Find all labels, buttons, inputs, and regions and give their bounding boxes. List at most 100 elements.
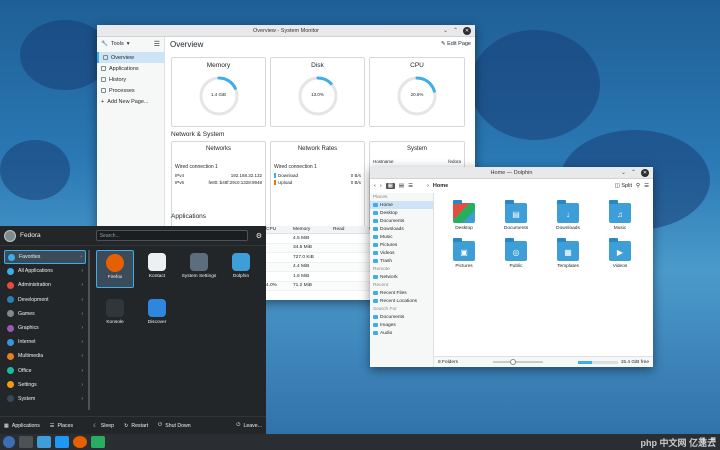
places-item-desktop[interactable]: Desktop xyxy=(370,209,433,217)
hamburger-menu-icon[interactable]: ☰ xyxy=(154,40,160,48)
folder-icon: ▶ xyxy=(609,238,631,261)
category-graphics[interactable]: Graphics › xyxy=(4,321,86,335)
applications-tab[interactable]: ▦ Applications xyxy=(4,423,40,429)
nav-item-overview[interactable]: Overview xyxy=(97,52,164,63)
shutdown-button[interactable]: ⏻ Shut Down xyxy=(158,422,191,429)
folder-item-templates[interactable]: ▦ Templates xyxy=(550,238,586,269)
app-konsole[interactable]: Konsole xyxy=(96,296,134,325)
category-development[interactable]: Development › xyxy=(4,293,86,307)
places-item-music[interactable]: Music xyxy=(370,233,433,241)
nav-item-processes[interactable]: Processes xyxy=(97,85,164,96)
category-multimedia[interactable]: Multimedia › xyxy=(4,349,86,363)
zoom-slider-handle[interactable] xyxy=(510,359,517,365)
edit-page-button[interactable]: ✎ Edit Page xyxy=(441,41,471,47)
places-item-audio[interactable]: Audio xyxy=(370,329,433,337)
back-icon[interactable]: ‹ xyxy=(374,183,376,189)
title-bar[interactable]: Home — Dolphin ⌄ ⌃ ✕ xyxy=(370,167,653,179)
category-internet[interactable]: Internet › xyxy=(4,335,86,349)
category-label: Administration xyxy=(18,282,51,289)
folder-item-public[interactable]: ◎ Public xyxy=(498,238,534,269)
leave-button[interactable]: ⏻ Leave... xyxy=(236,422,262,429)
places-item-home[interactable]: Home xyxy=(370,201,433,209)
folder-item-videos[interactable]: ▶ Videos xyxy=(602,238,638,269)
category-games[interactable]: Games › xyxy=(4,307,86,321)
nav-item-applications[interactable]: Applications xyxy=(97,63,164,74)
maximize-icon[interactable]: ⌃ xyxy=(631,169,636,177)
tools-menu[interactable]: 🔧 Tools ▾ ☰ xyxy=(97,37,164,51)
app-dolphin[interactable]: Dolphin xyxy=(222,250,260,279)
places-tab[interactable]: ☰ Places xyxy=(50,423,73,429)
ipv6-row: IPv6 fe80::b48f:29c0:1328:9948 xyxy=(172,179,265,186)
nav-item-history[interactable]: History xyxy=(97,74,164,85)
details-view-icon[interactable]: ☰ xyxy=(408,183,413,189)
fedora-logo-icon[interactable] xyxy=(3,436,15,448)
dolphin-task-icon[interactable] xyxy=(37,436,51,448)
places-item-label: Pictures xyxy=(380,242,398,248)
folder-item-desktop[interactable]: Desktop xyxy=(446,200,482,231)
category-administration[interactable]: Administration › xyxy=(4,278,86,292)
forward-icon[interactable]: › xyxy=(380,183,382,189)
col-header[interactable]: Read xyxy=(333,227,369,232)
category-favorites[interactable]: Favorites › xyxy=(4,250,86,265)
close-icon[interactable]: ✕ xyxy=(463,27,471,35)
public-icon: ◎ xyxy=(512,248,520,257)
chevron-right-icon: › xyxy=(81,325,83,332)
chevron-right-icon: › xyxy=(81,296,83,303)
app-discover[interactable]: Discover xyxy=(138,296,176,325)
category-settings[interactable]: Settings › xyxy=(4,378,86,392)
search-icon[interactable]: ⚲ xyxy=(636,183,640,189)
folder-item-downloads[interactable]: ↓ Downloads xyxy=(550,200,586,231)
places-item-videos[interactable]: Videos xyxy=(370,249,433,257)
title-bar[interactable]: Overview - System Monitor ⌄ ⌃ ✕ xyxy=(97,25,475,37)
places-item-downloads[interactable]: Downloads xyxy=(370,225,433,233)
minimize-icon[interactable]: ⌄ xyxy=(621,169,626,177)
minimize-icon[interactable]: ⌄ xyxy=(443,27,448,35)
zoom-slider[interactable] xyxy=(492,359,543,365)
places-item-recent-files[interactable]: Recent Files xyxy=(370,289,433,297)
category-system[interactable]: System › xyxy=(4,392,86,406)
nav-item-add-page[interactable]: + Add New Page... xyxy=(97,96,164,107)
app-kontact[interactable]: Kontact xyxy=(138,250,176,279)
category-office[interactable]: Office › xyxy=(4,364,86,378)
col-header[interactable]: Memory xyxy=(293,227,333,232)
folder-item-music[interactable]: ♫ Music xyxy=(602,200,638,231)
maximize-icon[interactable]: ⌃ xyxy=(453,27,458,35)
pager-icon[interactable] xyxy=(19,436,33,448)
places-icon: ☰ xyxy=(49,422,55,429)
downloads-icon: ↓ xyxy=(566,210,570,219)
music-icon: ♫ xyxy=(617,210,623,219)
places-item-images[interactable]: Images xyxy=(370,321,433,329)
compact-view-icon[interactable]: ▤ xyxy=(399,183,404,189)
system-monitor-task-icon[interactable] xyxy=(55,436,69,448)
configure-icon[interactable]: ⚙ xyxy=(256,232,262,240)
split-button[interactable]: ◫ Split xyxy=(615,183,632,189)
sleep-button[interactable]: ☾ Sleep xyxy=(93,423,114,429)
search-input[interactable]: Search... xyxy=(95,230,248,241)
app-firefox[interactable]: Firefox xyxy=(96,250,134,288)
avatar[interactable] xyxy=(4,229,16,242)
places-item-documents[interactable]: Documents xyxy=(370,313,433,321)
firefox-task-icon[interactable] xyxy=(73,436,87,448)
places-item-network[interactable]: Network xyxy=(370,273,433,281)
scrollbar[interactable] xyxy=(88,250,90,410)
kontact-icon xyxy=(148,253,166,271)
hamburger-menu-icon[interactable]: ☰ xyxy=(644,183,649,189)
folder-item-documents[interactable]: ▤ Documents xyxy=(498,200,534,231)
system-monitor-task-icon[interactable] xyxy=(91,436,105,448)
app-system-settings[interactable]: System Settings xyxy=(180,250,218,279)
places-item-pictures[interactable]: Pictures xyxy=(370,241,433,249)
search-folder-icon xyxy=(373,331,378,335)
places-item-label: Trash xyxy=(380,258,393,264)
restart-button[interactable]: ↻ Restart xyxy=(124,423,148,429)
category-all-applications[interactable]: All Applications › xyxy=(4,264,86,278)
category-icon xyxy=(7,395,14,403)
places-item-trash[interactable]: Trash xyxy=(370,257,433,265)
places-item-documents[interactable]: Documents xyxy=(370,217,433,225)
icons-view-icon[interactable]: ▦ xyxy=(385,183,395,189)
chevron-down-icon: ▾ xyxy=(126,41,130,47)
col-header[interactable]: CPU xyxy=(263,227,293,232)
folder-item-pictures[interactable]: ▣ Pictures xyxy=(446,238,482,269)
close-icon[interactable]: ✕ xyxy=(641,169,649,177)
places-item-recent-locations[interactable]: Recent Locations xyxy=(370,297,433,305)
breadcrumb[interactable]: Home xyxy=(433,183,448,189)
